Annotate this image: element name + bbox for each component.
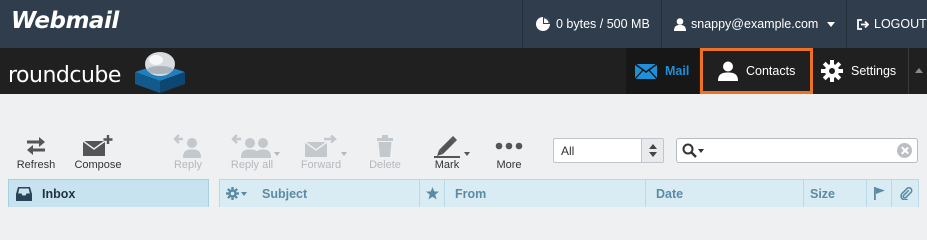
divider	[908, 48, 909, 94]
folder-inbox[interactable]: Inbox	[9, 180, 208, 207]
task-contacts[interactable]: Contacts	[700, 48, 813, 94]
delete-label: Delete	[369, 159, 401, 171]
chevron-down-icon	[827, 22, 835, 27]
roundcube-cube-icon	[135, 52, 185, 93]
delete-button[interactable]: Delete	[364, 132, 406, 172]
column-subject[interactable]: Subject	[254, 180, 419, 207]
refresh-icon	[27, 137, 45, 155]
reply-label: Reply	[173, 159, 203, 171]
reply-all-dropdown-icon[interactable]	[274, 152, 280, 156]
task-settings-label: Settings	[851, 64, 897, 78]
reply-button[interactable]: Reply	[166, 132, 210, 172]
filter-select-value: All	[561, 144, 575, 158]
top-bar: Webmail 0 bytes / 500 MB snappy@example.…	[0, 0, 927, 48]
chevron-up-icon[interactable]	[915, 68, 923, 73]
mark-label: Mark	[434, 159, 460, 171]
user-menu[interactable]: snappy@example.com	[661, 0, 846, 48]
compose-icon	[82, 135, 113, 156]
roundcube-logo-text: roundcube	[8, 63, 121, 88]
forward-dropdown-icon[interactable]	[341, 152, 347, 156]
reply-all-label: Reply all	[230, 159, 274, 171]
folder-list: Inbox	[8, 179, 209, 207]
column-attachment[interactable]	[891, 180, 920, 207]
column-size-label: Size	[810, 186, 836, 201]
paperclip-icon	[899, 187, 912, 200]
gear-icon	[226, 187, 239, 200]
mail-icon	[635, 63, 657, 79]
refresh-label: Refresh	[16, 159, 56, 171]
forward-button[interactable]: Forward	[296, 132, 346, 172]
reply-all-button[interactable]: Reply all	[222, 132, 282, 172]
forward-icon	[304, 135, 337, 157]
search-box	[676, 138, 918, 163]
logout-label: LOGOUT	[874, 17, 927, 31]
more-button[interactable]: More	[490, 132, 528, 172]
select-arrows-icon	[641, 139, 663, 162]
message-list-header: Subject From Date Size	[219, 179, 919, 207]
more-label: More	[496, 159, 522, 171]
task-mail[interactable]: Mail	[626, 48, 699, 94]
folder-inbox-label: Inbox	[42, 186, 76, 201]
user-icon	[674, 17, 686, 31]
mark-icon	[434, 136, 460, 158]
column-date-label: Date	[656, 186, 684, 201]
task-contacts-label: Contacts	[746, 64, 796, 78]
trash-icon	[377, 135, 393, 157]
task-mail-label: Mail	[665, 64, 690, 78]
column-from[interactable]: From	[444, 180, 645, 207]
reply-all-icon	[231, 134, 271, 158]
more-icon	[495, 142, 523, 150]
list-options-button[interactable]	[220, 180, 254, 207]
webmail-logo: Webmail	[11, 8, 119, 34]
search-icon[interactable]	[682, 143, 697, 158]
logout-icon	[857, 18, 869, 30]
mark-dropdown-icon[interactable]	[464, 152, 470, 156]
logout-button[interactable]: LOGOUT	[846, 0, 927, 48]
inbox-icon	[16, 186, 32, 201]
filter-select[interactable]: All	[553, 138, 664, 163]
quota-indicator: 0 bytes / 500 MB	[522, 0, 661, 48]
column-flagged[interactable]	[419, 180, 444, 207]
person-icon	[718, 61, 738, 81]
task-settings[interactable]: Settings	[817, 48, 909, 94]
flag-icon	[873, 187, 885, 200]
quota-text: 0 bytes / 500 MB	[556, 17, 650, 31]
reply-icon	[173, 134, 201, 158]
chevron-down-icon	[241, 191, 247, 196]
refresh-button[interactable]: Refresh	[14, 132, 58, 172]
search-input[interactable]	[707, 141, 887, 160]
column-size[interactable]: Size	[803, 180, 866, 207]
star-icon	[425, 187, 439, 200]
gear-icon	[821, 60, 843, 82]
column-subject-label: Subject	[262, 186, 308, 201]
search-reset-icon[interactable]	[897, 143, 912, 158]
pie-chart-icon	[536, 17, 550, 31]
search-options-caret-icon[interactable]	[698, 149, 704, 153]
forward-label: Forward	[300, 159, 342, 171]
app-header: roundcube Mail Contacts Settings	[0, 48, 927, 94]
compose-button[interactable]: Compose	[72, 132, 124, 172]
user-email: snappy@example.com	[691, 17, 819, 31]
column-flag[interactable]	[866, 180, 891, 207]
compose-label: Compose	[74, 159, 122, 171]
column-from-label: From	[455, 186, 487, 201]
column-date[interactable]: Date	[645, 180, 803, 207]
